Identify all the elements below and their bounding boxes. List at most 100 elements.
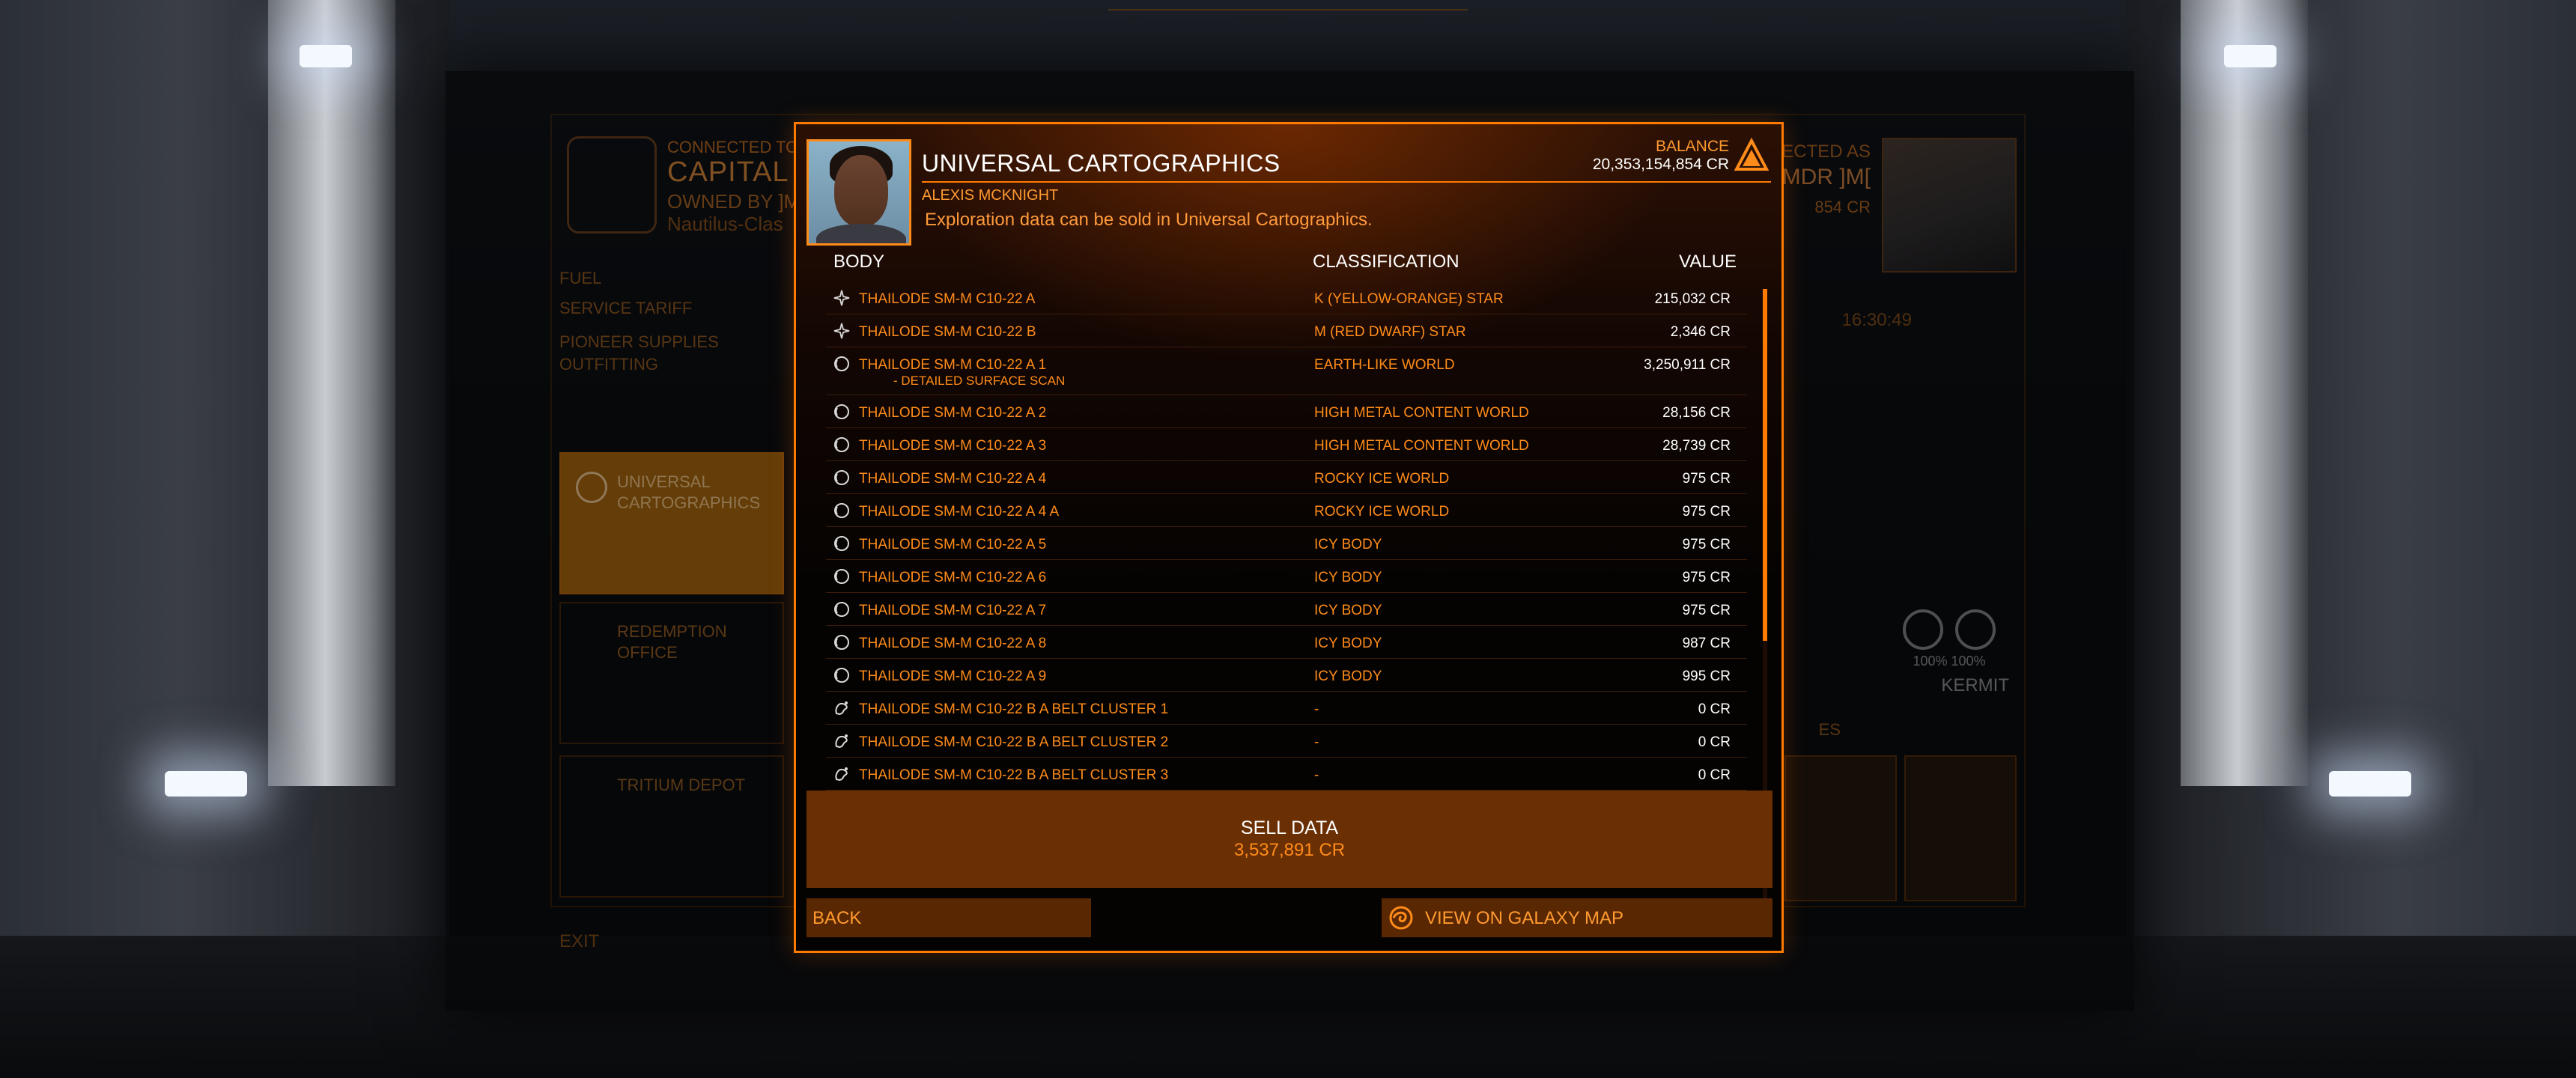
- body-classification: ROCKY ICE WORLD: [1314, 471, 1450, 487]
- body-classification: HIGH METAL CONTENT WORLD: [1314, 438, 1529, 454]
- table-row[interactable]: THAILODE SM-M C10-22 B A BELT CLUSTER 2 -…: [826, 725, 1747, 758]
- top-status-bar: [1108, 0, 1468, 10]
- body-name: THAILODE SM-M C10-22 B A BELT CLUSTER 1: [859, 701, 1169, 717]
- column-header-classification[interactable]: CLASSIFICATION: [1313, 252, 1459, 272]
- column-header-value[interactable]: VALUE: [1679, 252, 1737, 272]
- table-row[interactable]: THAILODE SM-M C10-22 A 1- DETAILED SURFA…: [826, 347, 1747, 395]
- title-divider: [922, 181, 1771, 183]
- station-owner: OWNED BY ]M[: [667, 190, 806, 213]
- body-name: THAILODE SM-M C10-22 A: [859, 291, 1036, 307]
- table-row[interactable]: THAILODE SM-M C10-22 A 2 HIGH METAL CONTE…: [826, 395, 1747, 428]
- station-name: CAPITAL ]: [667, 156, 806, 188]
- tile-repair[interactable]: [1784, 755, 1897, 901]
- balance-value: 20,353,154,854 CR: [1592, 156, 1729, 173]
- contact-portrait: [806, 139, 911, 246]
- cmdr-name: MDR ]M[: [1781, 165, 1871, 189]
- table-row[interactable]: THAILODE SM-M C10-22 B A BELT CLUSTER 3 -…: [826, 758, 1747, 791]
- body-name: THAILODE SM-M C10-22 A 8: [859, 636, 1047, 651]
- back-label: BACK: [812, 908, 862, 928]
- fuel-gauge-icon: [1903, 609, 1943, 650]
- sell-data-label: SELL DATA: [1240, 817, 1339, 838]
- service-fuel[interactable]: FUEL: [559, 269, 601, 288]
- back-button[interactable]: BACK: [806, 898, 1091, 937]
- galaxy-map-label: VIEW ON GALAXY MAP: [1425, 908, 1623, 928]
- table-row[interactable]: THAILODE SM-M C10-22 A 8 ICY BODY 987 CR: [826, 626, 1747, 659]
- body-name: THAILODE SM-M C10-22 A 6: [859, 570, 1047, 585]
- view-galaxy-map-button[interactable]: VIEW ON GALAXY MAP: [1382, 898, 1772, 937]
- table-row[interactable]: THAILODE SM-M C10-22 A 4 A ROCKY ICE WORL…: [826, 494, 1747, 527]
- tile-label: REDEMPTION OFFICE: [617, 622, 727, 662]
- tile-label: TRITIUM DEPOT: [617, 776, 746, 794]
- table-row[interactable]: THAILODE SM-M C10-22 A 5 ICY BODY 975 CR: [826, 527, 1747, 560]
- body-value: 975 CR: [1682, 504, 1731, 520]
- service-tariff[interactable]: SERVICE TARIFF: [559, 299, 692, 318]
- body-classification: M (RED DWARF) STAR: [1314, 324, 1466, 340]
- exit-button[interactable]: EXIT: [559, 931, 599, 952]
- star-icon: [833, 290, 850, 306]
- station-logo-icon: [567, 136, 657, 234]
- tile-redemption-office[interactable]: REDEMPTION OFFICE: [559, 602, 784, 744]
- asteroid-icon: [835, 734, 848, 749]
- hangar-light: [2329, 771, 2411, 797]
- galaxy-map-icon: [1389, 906, 1413, 930]
- cartographics-icon: [576, 472, 607, 503]
- body-classification: -: [1314, 734, 1319, 750]
- tile-universal-cartographics[interactable]: UNIVERSAL CARTOGRAPHICS: [559, 452, 784, 594]
- hangar-pillar-left: [268, 0, 395, 786]
- column-header-body[interactable]: BODY: [833, 252, 884, 272]
- planet-icon: [834, 470, 849, 485]
- planet-icon: [834, 536, 849, 551]
- ship-name: KERMIT: [1941, 675, 2009, 695]
- fuel-percent: 100%: [1913, 654, 1948, 669]
- body-classification: ICY BODY: [1314, 537, 1382, 552]
- planet-icon: [834, 569, 849, 584]
- table-row[interactable]: THAILODE SM-M C10-22 A 4 ROCKY ICE WORLD 9…: [826, 461, 1747, 494]
- body-classification: ICY BODY: [1314, 636, 1382, 651]
- service-pioneer-supplies[interactable]: PIONEER SUPPLIES: [559, 332, 719, 352]
- balance-label: BALANCE: [1655, 138, 1729, 155]
- body-classification: ICY BODY: [1314, 570, 1382, 585]
- table-row[interactable]: THAILODE SM-M C10-22 A 6 ICY BODY 975 CR: [826, 560, 1747, 593]
- sell-data-button[interactable]: SELL DATA 3,537,891 CR: [806, 791, 1772, 888]
- body-value: 995 CR: [1682, 669, 1731, 684]
- planet-icon: [834, 503, 849, 518]
- service-outfitting[interactable]: OUTFITTING: [559, 355, 658, 374]
- body-classification: -: [1314, 701, 1319, 717]
- cmdr-connected-label: ECTED AS: [1781, 141, 1871, 162]
- table-row[interactable]: THAILODE SM-M C10-22 B A BELT CLUSTER 1 -…: [826, 692, 1747, 725]
- dialog-description: Exploration data can be sold in Universa…: [925, 210, 1373, 230]
- ship-status-gauges: 100% 100%: [1889, 609, 2009, 669]
- body-name: THAILODE SM-M C10-22 B: [859, 324, 1036, 340]
- table-row[interactable]: THAILODE SM-M C10-22 A K (YELLOW-ORANGE) …: [826, 281, 1747, 314]
- table-row[interactable]: THAILODE SM-M C10-22 A 9 ICY BODY 995 CR: [826, 659, 1747, 692]
- cmdr-avatar: [1882, 138, 2017, 272]
- sell-data-amount: 3,537,891 CR: [1233, 840, 1346, 860]
- scrollbar-thumb[interactable]: [1763, 289, 1767, 641]
- body-name: THAILODE SM-M C10-22 A 9: [859, 669, 1047, 684]
- body-name: THAILODE SM-M C10-22 A 1: [859, 357, 1047, 373]
- hangar-light: [2224, 45, 2276, 67]
- body-scan-detail: - DETAILED SURFACE SCAN: [893, 374, 1066, 388]
- tile-tritium-depot[interactable]: TRITIUM DEPOT: [559, 755, 784, 898]
- body-value: 975 CR: [1682, 471, 1731, 487]
- planet-icon: [834, 602, 849, 617]
- tile-outfitting[interactable]: [1904, 755, 2017, 901]
- elite-rank-icon: [1734, 138, 1770, 171]
- body-classification: HIGH METAL CONTENT WORLD: [1314, 405, 1529, 421]
- table-row[interactable]: THAILODE SM-M C10-22 B M (RED DWARF) STAR…: [826, 314, 1747, 347]
- asteroid-icon: [835, 767, 848, 782]
- body-classification: ROCKY ICE WORLD: [1314, 504, 1450, 520]
- body-name: THAILODE SM-M C10-22 A 4 A: [859, 504, 1060, 520]
- body-value: 2,346 CR: [1670, 324, 1731, 340]
- cartographics-dialog: UNIVERSAL CARTOGRAPHICS ALEXIS MCKNIGHT …: [794, 122, 1784, 953]
- table-row[interactable]: THAILODE SM-M C10-22 A 7 ICY BODY 975 CR: [826, 593, 1747, 626]
- body-value: 0 CR: [1698, 734, 1731, 750]
- body-name: THAILODE SM-M C10-22 A 5: [859, 537, 1047, 552]
- connected-label: CONNECTED TO: [667, 138, 799, 156]
- body-value: 3,250,911 CR: [1644, 357, 1731, 373]
- planet-icon: [834, 437, 849, 452]
- table-row[interactable]: THAILODE SM-M C10-22 A 3 HIGH METAL CONTE…: [826, 428, 1747, 461]
- hangar-light: [165, 771, 247, 797]
- planet-icon: [834, 635, 849, 650]
- body-classification: ICY BODY: [1314, 669, 1382, 684]
